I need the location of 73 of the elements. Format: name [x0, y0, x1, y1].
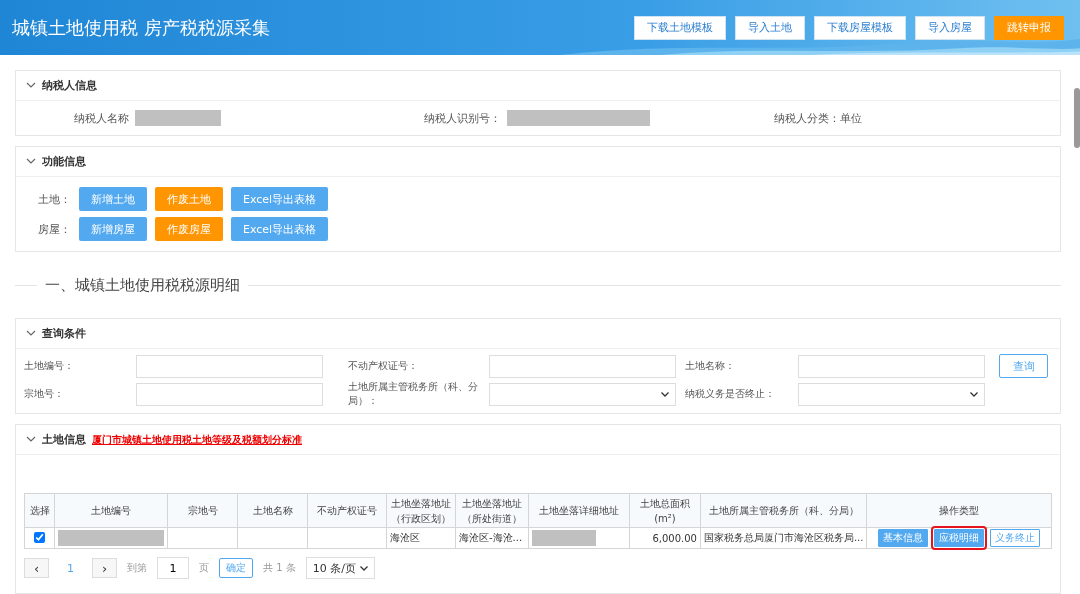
- action-button[interactable]: 作废房屋: [155, 217, 223, 241]
- prev-page-button[interactable]: ‹: [24, 558, 49, 578]
- column-header: 土地总面积(m²): [629, 493, 701, 528]
- column-header: 操作类型: [867, 493, 1052, 528]
- caret-icon: [359, 565, 368, 571]
- select-field[interactable]: [489, 382, 676, 406]
- chevron-icon[interactable]: [26, 330, 36, 337]
- action-button[interactable]: 新增房屋: [79, 217, 147, 241]
- table-cell: [237, 527, 308, 549]
- column-header: 土地坐落详细地址: [528, 493, 630, 528]
- input-field[interactable]: [136, 382, 323, 406]
- page-unit: 页: [199, 561, 209, 575]
- column-header: 宗地号: [167, 493, 238, 528]
- action-button[interactable]: 新增土地: [79, 187, 147, 211]
- page-size-select[interactable]: 10 条/页: [305, 557, 375, 579]
- input-field[interactable]: [489, 354, 676, 378]
- chevron-icon[interactable]: [26, 82, 36, 89]
- column-header: 选择: [24, 493, 55, 528]
- page-input[interactable]: 1: [157, 557, 189, 579]
- row-label: 房屋：: [38, 221, 71, 237]
- field-label: 纳税人名称: [74, 110, 129, 126]
- next-page-button[interactable]: ›: [92, 558, 117, 578]
- panel-title: 查询条件: [42, 326, 86, 341]
- table-cell: 海沧区-海沧...: [455, 527, 529, 549]
- column-header: 土地编号: [54, 493, 168, 528]
- row-action-button[interactable]: 基本信息: [878, 529, 929, 547]
- standard-link[interactable]: 厦门市城镇土地使用税土地等级及税额划分标准: [92, 432, 302, 447]
- column-header: 土地所属主管税务所（科、分局）: [700, 493, 867, 528]
- action-button[interactable]: 作废土地: [155, 187, 223, 211]
- input-field[interactable]: [798, 354, 985, 378]
- action-button[interactable]: Excel导出表格: [231, 187, 329, 211]
- field-label: 宗地号：: [24, 387, 65, 401]
- caret-icon: [970, 391, 978, 397]
- row-label: 土地：: [38, 191, 71, 207]
- header-button[interactable]: 导入土地: [735, 15, 805, 40]
- chevron-icon[interactable]: [26, 158, 36, 165]
- panel-title: 土地信息: [42, 432, 86, 447]
- confirm-button[interactable]: 确定: [219, 558, 253, 578]
- page-title: 城镇土地使用税 房产税税源采集: [12, 15, 270, 40]
- table-cell: 国家税务总局厦门市海沧区税务局...: [700, 527, 867, 549]
- column-header: 土地坐落地址（所处街道）: [455, 493, 529, 528]
- header-button[interactable]: 导入房屋: [915, 15, 985, 40]
- scrollbar[interactable]: [1074, 88, 1080, 148]
- header-button[interactable]: 跳转申报: [994, 15, 1064, 40]
- field-label: 纳税义务是否终止：: [685, 387, 776, 401]
- field-label: 土地名称：: [685, 359, 736, 373]
- header-button[interactable]: 下载房屋模板: [814, 15, 906, 40]
- caret-icon: [661, 391, 669, 397]
- field-label: 不动产权证号：: [348, 359, 419, 373]
- page-number[interactable]: 1: [59, 561, 82, 575]
- row-checkbox[interactable]: [34, 531, 46, 543]
- input-field[interactable]: [136, 354, 323, 378]
- field-label: 土地所属主管税务所（科、分局）：: [348, 380, 479, 408]
- row-action-button[interactable]: 义务终止: [990, 529, 1041, 547]
- action-button[interactable]: Excel导出表格: [231, 217, 329, 241]
- column-header: 不动产权证号: [307, 493, 387, 528]
- column-header: 土地坐落地址（行政区划）: [386, 493, 456, 528]
- field-label: 纳税人分类：单位: [774, 110, 862, 126]
- chevron-icon[interactable]: [26, 436, 36, 443]
- query-button[interactable]: 查询: [999, 354, 1048, 378]
- table-cell: 海沧区: [386, 527, 456, 549]
- column-header: 土地名称: [237, 493, 308, 528]
- field-label: 纳税人识别号：: [424, 110, 501, 126]
- select-field[interactable]: [798, 382, 985, 406]
- field-label: 土地编号：: [24, 359, 75, 373]
- panel-title: 功能信息: [42, 154, 86, 169]
- panel-title: 纳税人信息: [42, 78, 97, 93]
- header-button[interactable]: 下载土地模板: [634, 15, 726, 40]
- table-cell: 6,000.00: [629, 527, 701, 549]
- row-action-button[interactable]: 应税明细: [934, 529, 985, 547]
- goto-label: 到第: [127, 561, 147, 575]
- total-count: 共 1 条: [263, 561, 296, 575]
- section-title: 一、城镇土地使用税税源明细: [45, 275, 240, 295]
